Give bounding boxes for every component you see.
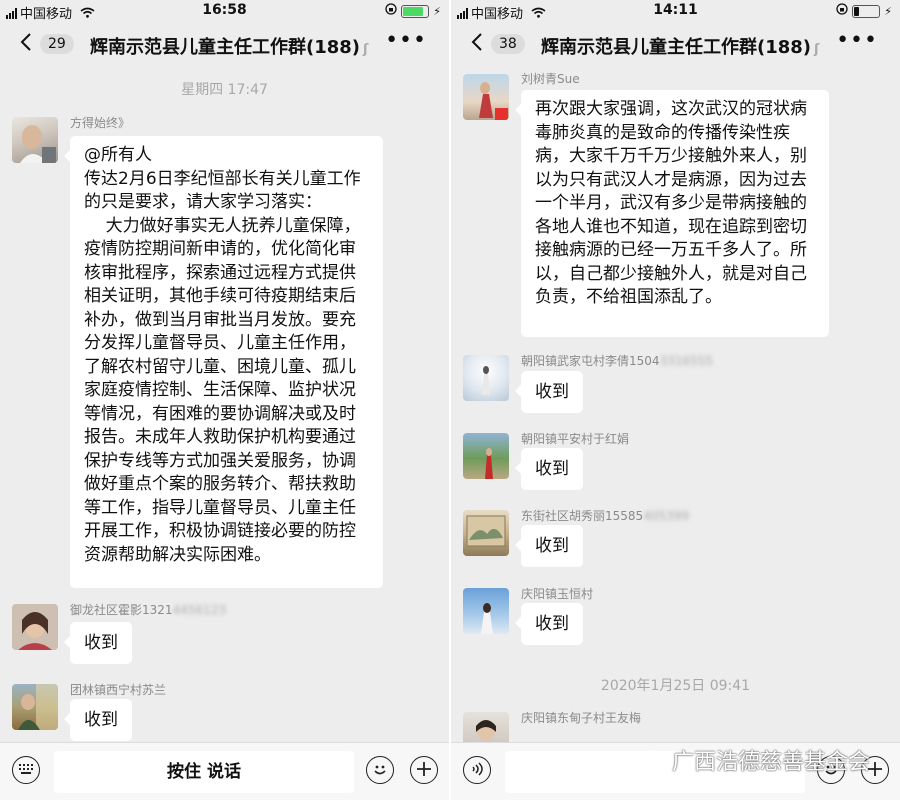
message-bubble[interactable]: 收到 xyxy=(515,448,583,490)
sender-name: 朝阳镇平安村于红娟 xyxy=(521,432,630,446)
message-bubble[interactable]: 收到 xyxy=(515,371,583,413)
hold-to-talk-button[interactable]: 按住 说话 xyxy=(54,751,354,793)
message-timestamp: 星期四 17:47 xyxy=(181,82,268,98)
sender-name: 御龙社区霍影13214456123 xyxy=(70,603,226,617)
keyboard-icon[interactable] xyxy=(12,756,40,784)
nav-bar: 38 辉南示范县儿童主任工作群(188) ʃ ••• xyxy=(451,22,900,70)
message-bubble[interactable]: 收到 xyxy=(64,699,132,741)
avatar[interactable] xyxy=(463,355,509,401)
more-dots-icon[interactable]: ••• xyxy=(385,28,427,53)
emoji-icon[interactable] xyxy=(366,756,394,784)
watermark: 广西浩德慈善基金会 xyxy=(640,744,870,778)
avatar[interactable] xyxy=(12,604,58,650)
charging-icon: ⚡ xyxy=(884,4,892,18)
charging-icon: ⚡ xyxy=(433,4,441,18)
unread-count-badge[interactable]: 38 xyxy=(491,34,525,54)
sender-name: 团林镇西宁村苏兰 xyxy=(70,683,167,697)
rotation-lock-icon xyxy=(836,3,848,19)
clock: 16:58 xyxy=(202,2,247,18)
unread-count-badge[interactable]: 29 xyxy=(40,34,74,54)
message-bubble[interactable]: 再次跟大家强调，这次武汉的冠状病毒肺炎真的是致命的传播传染性疾病，大家千万千万少… xyxy=(515,90,829,337)
left-chat-screen: 中国移动 16:58 ⚡ 29 辉南示范县儿童主任工作群(188) ʃ ••• 星… xyxy=(0,0,449,800)
sender-name: 庆阳镇玉恒村 xyxy=(521,587,594,601)
sender-name: 刘树青Sue xyxy=(521,72,580,86)
sender-name: 庆阳镇东甸子村王友梅 xyxy=(521,711,642,725)
sender-name: 朝阳镇武家屯村李倩15043316555 xyxy=(521,354,713,368)
earpiece-icon: ʃ xyxy=(363,42,369,57)
chat-title: 辉南示范县儿童主任工作群(188) ʃ xyxy=(90,37,369,58)
rotation-lock-icon xyxy=(385,3,397,19)
battery-icon xyxy=(852,4,881,18)
nav-bar: 29 辉南示范县儿童主任工作群(188) ʃ ••• xyxy=(0,22,449,70)
message-bubble[interactable]: @所有人 传达2月6日李纪恒部长有关儿童工作的只是要求，请大家学习落实： 大力做… xyxy=(64,136,383,588)
sender-name: 东街社区胡秀丽15585405399 xyxy=(521,509,689,523)
message-bubble[interactable]: 收到 xyxy=(515,525,583,567)
avatar[interactable] xyxy=(12,684,58,730)
battery-icon xyxy=(401,4,430,18)
avatar[interactable] xyxy=(463,510,509,556)
message-timestamp: 2020年1月25日 09:41 xyxy=(600,678,751,694)
chat-title: 辉南示范县儿童主任工作群(188) ʃ xyxy=(541,37,820,58)
voice-icon[interactable] xyxy=(463,756,491,784)
message-bubble[interactable]: 收到 xyxy=(515,603,583,645)
avatar[interactable] xyxy=(463,74,509,120)
clock: 14:11 xyxy=(653,2,698,18)
chevron-left-icon[interactable] xyxy=(20,32,32,58)
earpiece-icon: ʃ xyxy=(814,42,820,57)
plus-icon[interactable] xyxy=(410,756,438,784)
message-bubble[interactable]: 收到 xyxy=(64,622,132,664)
wechat-logo-icon xyxy=(640,750,666,778)
input-bar: 按住 说话 xyxy=(0,742,449,800)
avatar[interactable] xyxy=(12,117,58,163)
chevron-left-icon[interactable] xyxy=(471,32,483,58)
more-dots-icon[interactable]: ••• xyxy=(836,28,878,53)
status-bar: 中国移动 14:11 ⚡ xyxy=(451,0,900,22)
avatar[interactable] xyxy=(463,433,509,479)
sender-name: 方得始终》 xyxy=(70,116,131,130)
avatar[interactable] xyxy=(463,588,509,634)
status-bar: 中国移动 16:58 ⚡ xyxy=(0,0,449,22)
right-chat-screen: 中国移动 14:11 ⚡ 38 辉南示范县儿童主任工作群(188) ʃ ••• 刘… xyxy=(451,0,900,800)
